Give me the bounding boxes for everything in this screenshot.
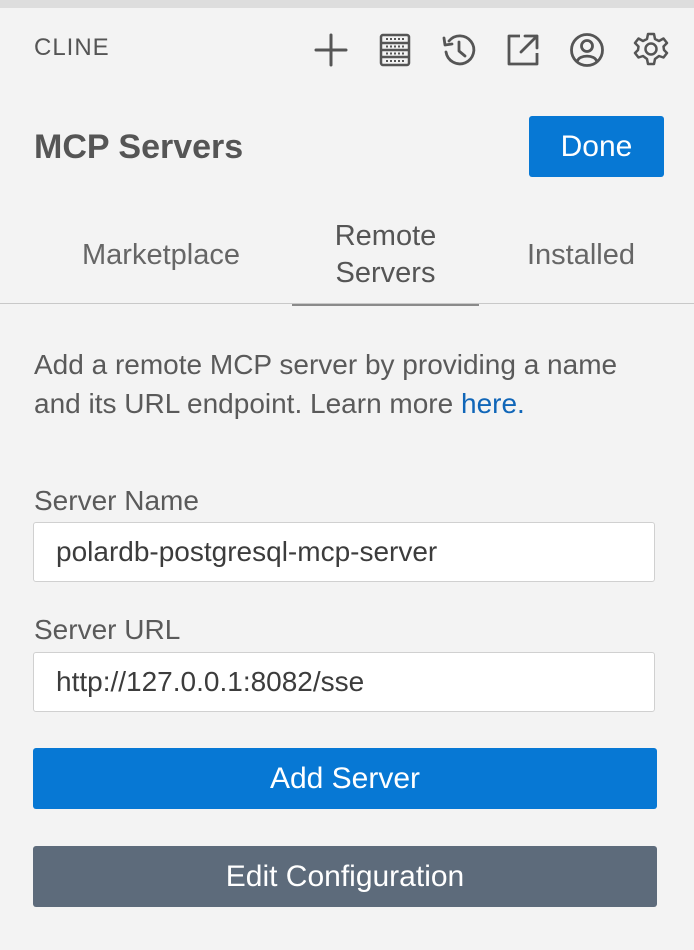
mcp-servers-button[interactable] [374, 28, 416, 72]
form-description: Add a remote MCP server by providing a n… [34, 345, 654, 423]
gear-icon [633, 32, 669, 66]
edit-configuration-button[interactable]: Edit Configuration [33, 846, 657, 907]
account-icon [570, 33, 604, 67]
plus-icon [314, 33, 348, 67]
tab-label: Installed [526, 238, 635, 271]
new-task-button[interactable] [310, 28, 352, 72]
open-in-editor-button[interactable] [502, 28, 544, 72]
tab-remote-servers[interactable]: Remote Servers [292, 205, 479, 306]
history-button[interactable] [438, 28, 480, 72]
add-server-button[interactable]: Add Server [33, 748, 657, 809]
app-title: CLINE [34, 34, 110, 61]
tab-bar: Marketplace Remote Servers Installed [0, 205, 694, 306]
server-url-input[interactable] [33, 652, 655, 712]
tab-label: Marketplace [82, 238, 240, 271]
done-button[interactable]: Done [529, 116, 664, 177]
page-title: MCP Servers [34, 128, 244, 166]
external-link-icon [507, 34, 539, 66]
tab-marketplace[interactable]: Marketplace [34, 205, 288, 305]
window-top-border [0, 0, 694, 8]
toolbar [310, 28, 672, 72]
account-button[interactable] [566, 28, 608, 72]
server-name-label: Server Name [34, 485, 199, 516]
settings-button[interactable] [630, 28, 672, 72]
history-icon [442, 34, 476, 66]
learn-more-link[interactable]: here. [461, 388, 525, 419]
server-name-input[interactable] [33, 522, 655, 582]
tab-installed[interactable]: Installed [496, 205, 666, 305]
server-url-label: Server URL [34, 614, 181, 645]
server-stack-icon [379, 33, 411, 67]
tab-label: Remote Servers [334, 220, 437, 289]
tabs-divider [0, 303, 694, 304]
description-text: Add a remote MCP server by providing a n… [34, 349, 618, 419]
